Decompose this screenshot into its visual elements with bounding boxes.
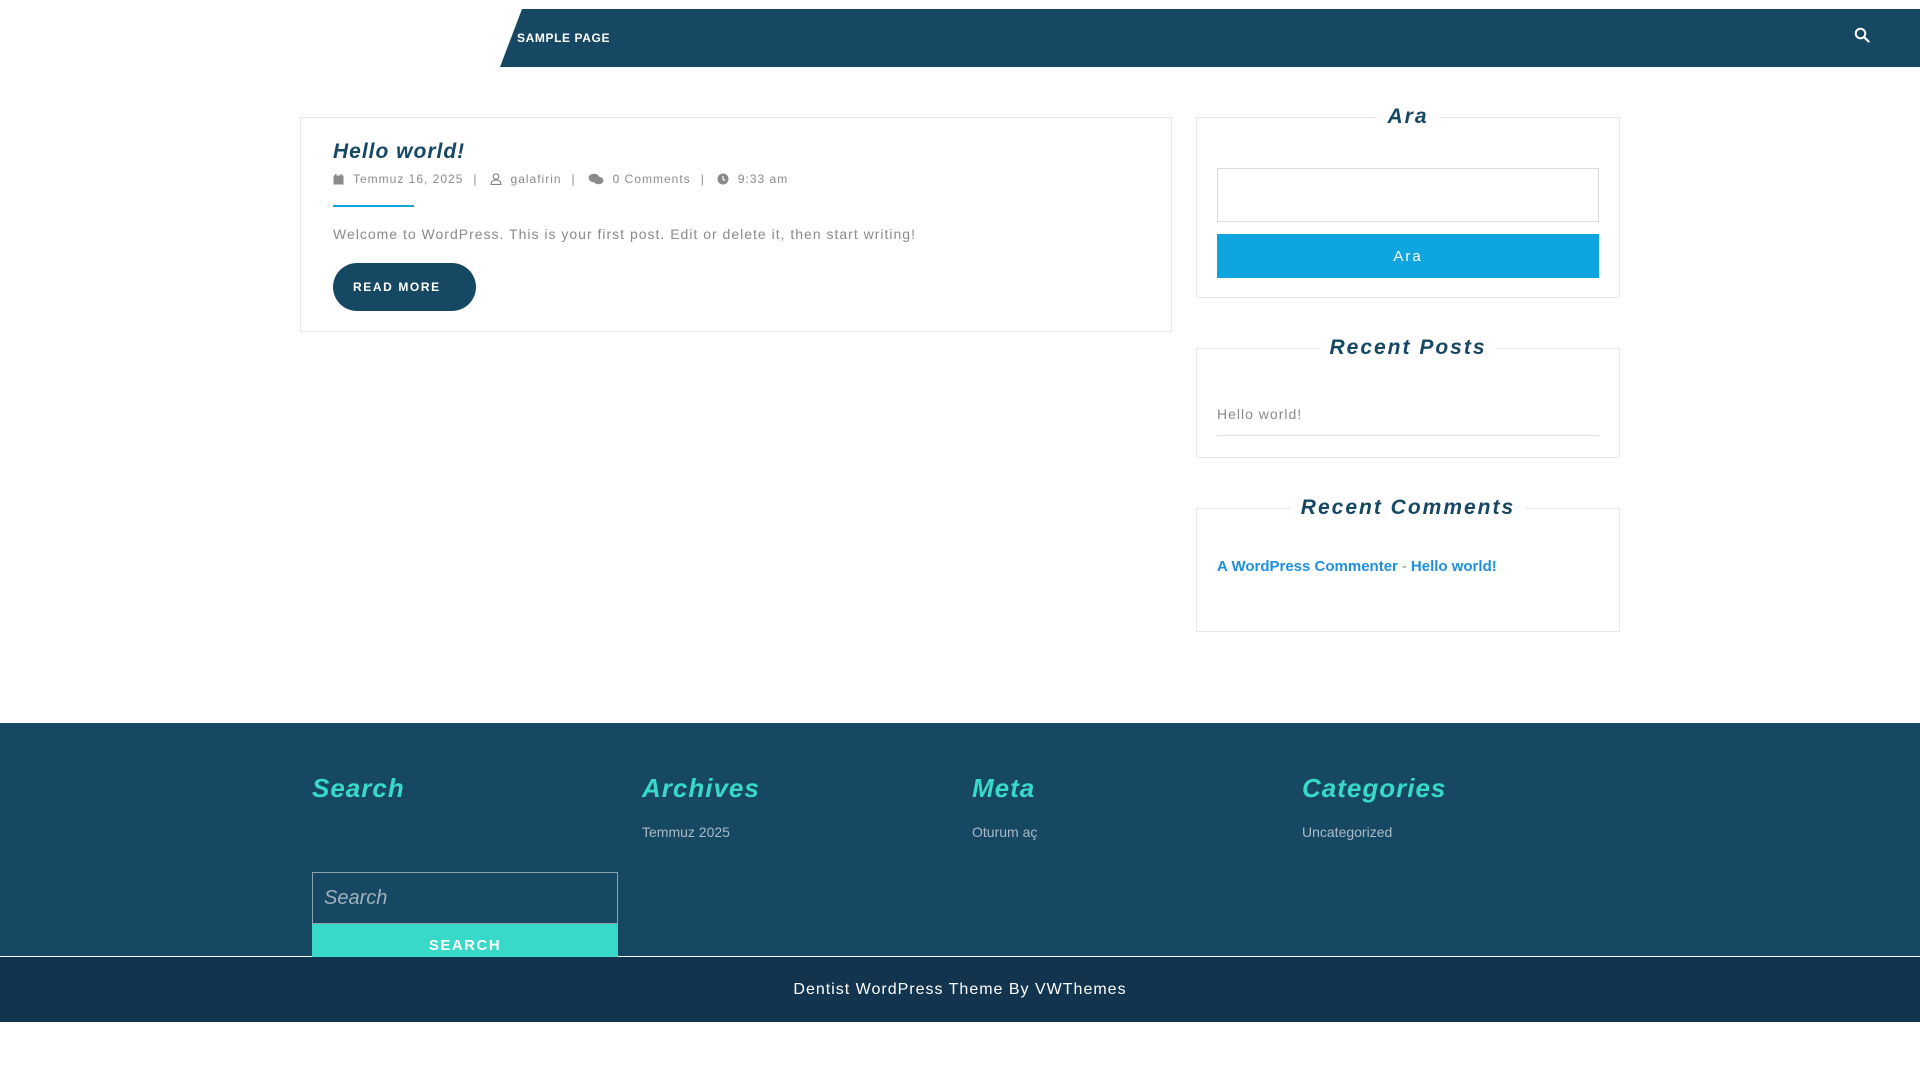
post-card: Hello world! Temmuz 16, 2025 | galafirin… bbox=[300, 117, 1172, 332]
archive-link[interactable]: Temmuz 2025 bbox=[642, 824, 760, 840]
recent-post-link[interactable]: Hello world! bbox=[1217, 406, 1302, 422]
footer-column-title: Categories bbox=[1302, 773, 1447, 803]
divider bbox=[1217, 435, 1599, 436]
widget-title: Ara bbox=[1377, 105, 1439, 128]
footer-search-input[interactable]: Search bbox=[312, 872, 618, 924]
recent-comments-widget: Recent Comments A WordPress Commenter - He… bbox=[1196, 496, 1620, 632]
widget-title: Recent Comments bbox=[1290, 496, 1526, 519]
copyright-text[interactable]: Dentist WordPress Theme By VWThemes bbox=[793, 981, 1126, 999]
post-title[interactable]: Hello world! bbox=[333, 140, 465, 164]
comments-icon bbox=[588, 173, 604, 185]
user-icon bbox=[489, 173, 502, 185]
meta-separator: | bbox=[700, 172, 705, 186]
search-icon[interactable] bbox=[1854, 27, 1876, 49]
footer-column-title: Search bbox=[312, 773, 405, 803]
sidebar-search-button[interactable]: Ara bbox=[1217, 234, 1599, 278]
top-navigation-bar: SAMPLE PAGE bbox=[500, 9, 1920, 67]
footer-column-title: Archives bbox=[642, 773, 760, 803]
calendar-icon bbox=[333, 173, 344, 184]
post-author[interactable]: galafirin bbox=[511, 172, 562, 186]
copyright-bar: Dentist WordPress Theme By VWThemes bbox=[0, 957, 1920, 1022]
recent-comment-item: A WordPress Commenter - Hello world! bbox=[1217, 558, 1497, 575]
login-link[interactable]: Oturum aç bbox=[972, 824, 1037, 840]
recent-posts-widget: Recent Posts Hello world! bbox=[1196, 336, 1620, 458]
clock-icon bbox=[717, 173, 729, 185]
post-date[interactable]: Temmuz 16, 2025 bbox=[353, 172, 463, 186]
footer-search-column: Search Search SEARCH bbox=[312, 773, 618, 966]
comment-post-link[interactable]: Hello world! bbox=[1411, 558, 1497, 575]
footer-meta-column: Meta Oturum aç bbox=[972, 773, 1037, 840]
footer-archives-column: Archives Temmuz 2025 bbox=[642, 773, 760, 840]
widget-title: Recent Posts bbox=[1319, 336, 1497, 359]
title-underline bbox=[333, 205, 414, 207]
footer-categories-column: Categories Uncategorized bbox=[1302, 773, 1446, 840]
sidebar-search-widget: Ara Ara bbox=[1196, 105, 1620, 298]
comment-author-link[interactable]: A WordPress Commenter bbox=[1217, 558, 1398, 575]
post-excerpt: Welcome to WordPress. This is your first… bbox=[333, 226, 916, 242]
post-time: 9:33 am bbox=[737, 172, 789, 186]
nav-link-sample-page[interactable]: SAMPLE PAGE bbox=[517, 31, 610, 45]
footer: Search Search SEARCH Archives Temmuz 202… bbox=[0, 723, 1920, 966]
post-meta: Temmuz 16, 2025 | galafirin | 0 Comments… bbox=[333, 172, 788, 186]
comment-separator: - bbox=[1401, 558, 1407, 575]
category-link[interactable]: Uncategorized bbox=[1302, 824, 1446, 840]
sidebar-search-input[interactable] bbox=[1217, 168, 1599, 222]
read-more-button[interactable]: READ MORE bbox=[333, 263, 476, 311]
meta-separator: | bbox=[473, 172, 478, 186]
post-comments[interactable]: 0 Comments bbox=[613, 172, 691, 186]
footer-column-title: Meta bbox=[972, 773, 1036, 803]
meta-separator: | bbox=[571, 172, 576, 186]
